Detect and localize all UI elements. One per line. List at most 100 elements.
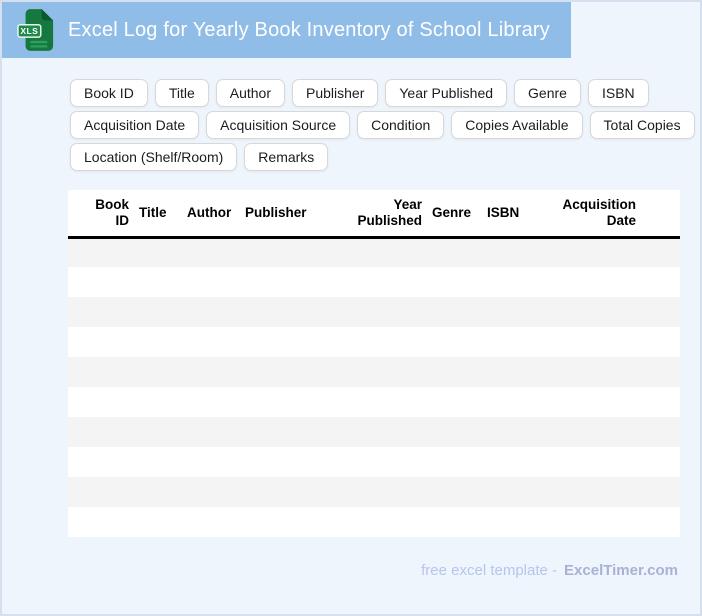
table-cell: [537, 297, 680, 327]
table-cell: [537, 507, 680, 537]
chip-isbn[interactable]: ISBN: [587, 79, 649, 107]
chip-row-3: Location (Shelf/Room) Remarks: [70, 143, 680, 171]
table-cell: [317, 357, 427, 387]
table-row: [68, 237, 680, 267]
table-cell: [482, 237, 537, 267]
table-cell: [482, 327, 537, 357]
column-header-publisher: Publisher: [241, 190, 317, 239]
chip-total-copies[interactable]: Total Copies: [589, 111, 695, 139]
chip-location-shelf-room[interactable]: Location (Shelf/Room): [70, 143, 238, 171]
table-cell: [182, 357, 241, 387]
chip-year-published[interactable]: Year Published: [385, 79, 508, 107]
table-cell: [241, 237, 317, 267]
header-bar: XLS Excel Log for Yearly Book Inventory …: [2, 2, 571, 58]
table-cell: [427, 387, 482, 417]
table-cell: [482, 297, 537, 327]
table-cell: [182, 267, 241, 297]
table-cell: [241, 357, 317, 387]
column-header-author: Author: [182, 190, 241, 239]
page-title: Excel Log for Yearly Book Inventory of S…: [68, 18, 550, 41]
table-cell: [537, 267, 680, 297]
chip-publisher[interactable]: Publisher: [292, 79, 379, 107]
table-cell: [427, 447, 482, 477]
table-cell: [317, 477, 427, 507]
table-row: [68, 477, 680, 507]
table-cell: [135, 357, 182, 387]
table-body: [68, 237, 680, 537]
table-cell: [427, 357, 482, 387]
table-cell: [68, 357, 135, 387]
table-cell: [537, 387, 680, 417]
table-cell: [537, 477, 680, 507]
table-cell: [68, 387, 135, 417]
table-cell: [182, 477, 241, 507]
table-cell: [135, 387, 182, 417]
table-cell: [68, 417, 135, 447]
column-header-title: Title: [135, 190, 182, 239]
column-header-genre: Genre: [427, 190, 482, 239]
table-cell: [427, 297, 482, 327]
table-cell: [241, 387, 317, 417]
table-row: [68, 447, 680, 477]
table-cell: [537, 327, 680, 357]
table-cell: [135, 417, 182, 447]
table-cell: [427, 237, 482, 267]
chip-row-1: Book ID Title Author Publisher Year Publ…: [70, 79, 680, 107]
table-cell: [182, 447, 241, 477]
table-cell: [182, 417, 241, 447]
table-row: [68, 297, 680, 327]
table-cell: [317, 267, 427, 297]
table-cell: [482, 387, 537, 417]
column-header-year-published: Year Published: [317, 190, 427, 239]
table-cell: [537, 357, 680, 387]
table-cell: [482, 357, 537, 387]
table-cell: [68, 327, 135, 357]
table-cell: [68, 477, 135, 507]
chip-author[interactable]: Author: [215, 79, 285, 107]
table-cell: [317, 507, 427, 537]
chip-acquisition-date[interactable]: Acquisition Date: [70, 111, 200, 139]
page: XLS Excel Log for Yearly Book Inventory …: [0, 0, 702, 616]
column-header-isbn: ISBN: [482, 190, 537, 239]
table-cell: [427, 417, 482, 447]
column-header-acquisition-date: Acquisition Date: [537, 190, 680, 239]
table-row: [68, 327, 680, 357]
table-cell: [427, 327, 482, 357]
table-cell: [68, 267, 135, 297]
table-cell: [241, 327, 317, 357]
footer-tagline: free excel template -: [421, 562, 558, 579]
table-cell: [182, 507, 241, 537]
column-header-book-id: Book ID: [68, 190, 135, 239]
table-cell: [241, 297, 317, 327]
table-row: [68, 357, 680, 387]
chip-genre[interactable]: Genre: [514, 79, 581, 107]
table-cell: [427, 507, 482, 537]
inventory-table: Book ID Title Author Publisher Year Publ…: [68, 190, 680, 537]
table-cell: [537, 447, 680, 477]
table-cell: [182, 237, 241, 267]
chip-book-id[interactable]: Book ID: [70, 79, 148, 107]
table-cell: [537, 417, 680, 447]
chip-remarks[interactable]: Remarks: [244, 143, 329, 171]
xls-file-icon: XLS: [17, 9, 54, 51]
table-cell: [135, 477, 182, 507]
chip-acquisition-source[interactable]: Acquisition Source: [206, 111, 351, 139]
table-row: [68, 417, 680, 447]
table-cell: [427, 477, 482, 507]
table-cell: [482, 447, 537, 477]
chip-condition[interactable]: Condition: [357, 111, 445, 139]
table-cell: [68, 447, 135, 477]
table-cell: [482, 507, 537, 537]
chip-title[interactable]: Title: [154, 79, 209, 107]
footer-brand-link[interactable]: ExcelTimer.com: [564, 562, 678, 579]
table-cell: [135, 297, 182, 327]
table-cell: [182, 387, 241, 417]
table-cell: [182, 297, 241, 327]
table-cell: [482, 417, 537, 447]
table-row: [68, 387, 680, 417]
table-cell: [482, 267, 537, 297]
table-cell: [241, 447, 317, 477]
table-cell: [241, 477, 317, 507]
chip-copies-available[interactable]: Copies Available: [451, 111, 583, 139]
table-cell: [317, 327, 427, 357]
